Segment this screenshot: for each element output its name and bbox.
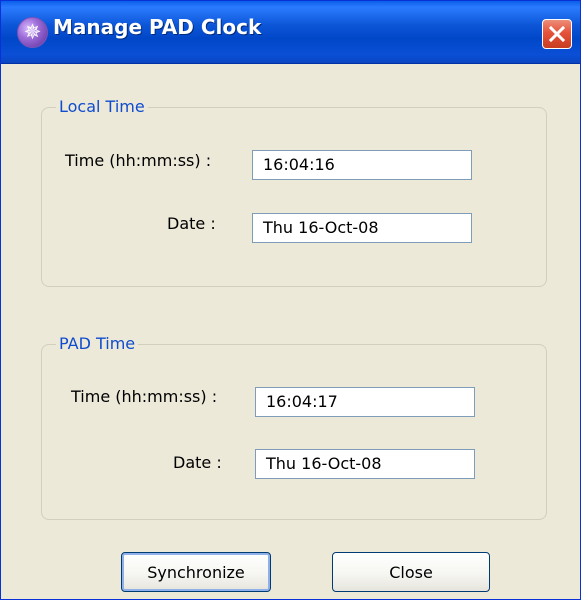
- app-icon: ✵: [17, 17, 48, 48]
- close-window-button[interactable]: [542, 19, 572, 49]
- manage-pad-clock-dialog: ✵ Manage PAD Clock Local Time Time (hh:m…: [0, 0, 581, 600]
- title-bar[interactable]: ✵ Manage PAD Clock: [1, 1, 580, 64]
- close-button[interactable]: Close: [332, 552, 490, 592]
- pad-time-label: Time (hh:mm:ss) :: [71, 387, 218, 406]
- local-date-label: Date :: [167, 214, 216, 233]
- pad-time-group: PAD Time: [41, 333, 547, 520]
- local-date-field[interactable]: Thu 16-Oct-08: [252, 213, 472, 243]
- pad-date-label: Date :: [173, 453, 222, 472]
- local-time-group: Local Time: [41, 96, 547, 287]
- pad-time-field[interactable]: 16:04:17: [255, 387, 475, 417]
- window-title: Manage PAD Clock: [53, 15, 262, 39]
- local-time-legend: Local Time: [56, 96, 148, 118]
- pad-time-legend: PAD Time: [56, 333, 139, 355]
- close-icon: [548, 25, 566, 43]
- local-time-label: Time (hh:mm:ss) :: [65, 151, 212, 170]
- local-time-field[interactable]: 16:04:16: [252, 150, 472, 180]
- synchronize-button[interactable]: Synchronize: [121, 552, 271, 592]
- pad-date-field[interactable]: Thu 16-Oct-08: [255, 449, 475, 479]
